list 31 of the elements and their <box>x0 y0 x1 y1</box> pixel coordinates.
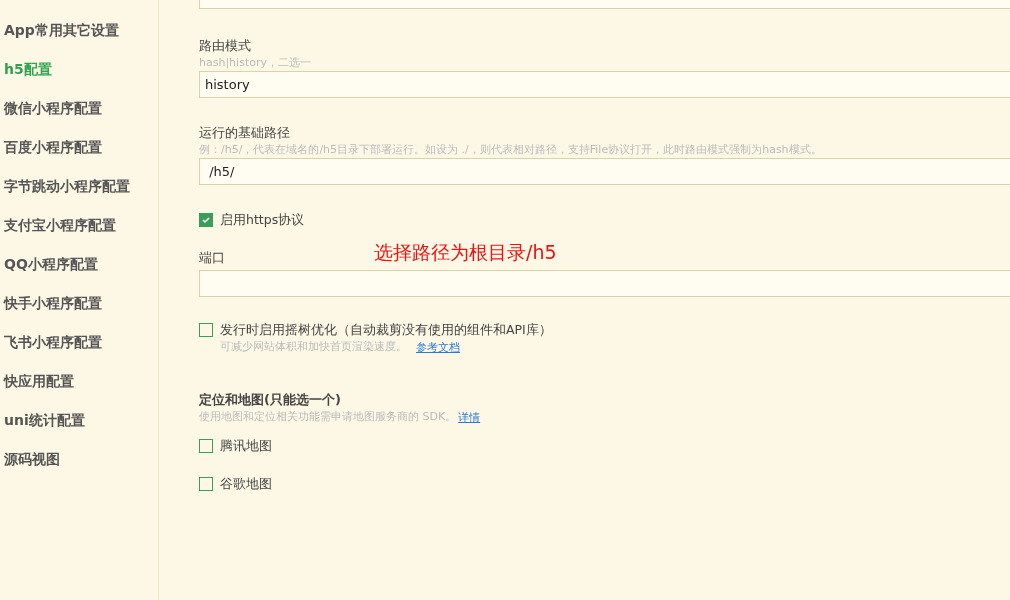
annotation-text: 选择路径为根目录/h5 <box>374 240 557 265</box>
input-field[interactable]: /h5/ <box>199 158 1010 185</box>
section-title: 定位和地图(只能选一个) <box>199 391 342 409</box>
sidebar-item[interactable]: 百度小程序配置 <box>0 137 158 158</box>
details-link[interactable]: 详情 <box>458 409 481 425</box>
sidebar-item[interactable]: QQ小程序配置 <box>0 254 158 275</box>
checkbox-label: 腾讯地图 <box>220 437 272 455</box>
field-label: 路由模式 <box>199 37 251 55</box>
sidebar-item[interactable]: App常用其它设置 <box>0 20 158 41</box>
input-field[interactable] <box>199 270 1010 297</box>
input-field[interactable] <box>199 0 1010 9</box>
checkbox[interactable] <box>199 477 213 491</box>
sidebar-item[interactable]: 支付宝小程序配置 <box>0 215 158 236</box>
sidebar-item[interactable]: 微信小程序配置 <box>0 98 158 119</box>
input-field[interactable]: history <box>199 71 1010 98</box>
checkbox[interactable] <box>199 323 213 337</box>
docs-link[interactable]: 参考文档 <box>416 339 460 355</box>
checkbox-label: 启用https协议 <box>220 211 305 229</box>
checkbox[interactable] <box>199 213 213 227</box>
field-label: 运行的基础路径 <box>199 124 290 142</box>
checkbox-label: 发行时启用摇树优化（自动裁剪没有使用的组件和API库） <box>220 321 552 339</box>
sidebar-item[interactable]: 快手小程序配置 <box>0 293 158 314</box>
sidebar-item[interactable]: 字节跳动小程序配置 <box>0 176 158 197</box>
field-label: 端口 <box>199 249 225 267</box>
sidebar-item[interactable]: 源码视图 <box>0 449 158 470</box>
sidebar-item[interactable]: uni统计配置 <box>0 410 158 431</box>
sidebar-item[interactable]: 快应用配置 <box>0 371 158 392</box>
checkbox-label: 谷歌地图 <box>220 475 272 493</box>
sidebar-item[interactable]: 飞书小程序配置 <box>0 332 158 353</box>
checkbox[interactable] <box>199 439 213 453</box>
check-icon <box>201 215 211 225</box>
